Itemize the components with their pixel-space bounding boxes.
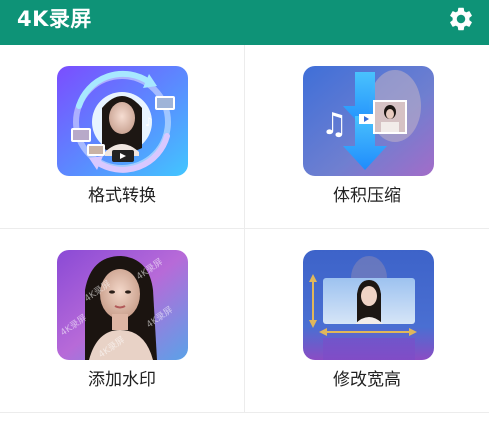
gear-icon[interactable] [447,5,475,33]
tool-label: 修改宽高 [333,370,401,390]
tool-resize[interactable]: 修改宽高 [245,229,489,412]
tool-label: 添加水印 [88,370,156,390]
tool-label: 体积压缩 [333,186,401,206]
size-compress-image: ♫ [303,66,434,176]
tool-format-convert[interactable]: ♪ 格式转换 [0,45,244,228]
app-window: 4K录屏 ♪ 格式转换 ♫ 体积压缩 4K录屏 4K录屏 4K录屏 4K录屏 4… [0,0,489,423]
size-compress-thumbnail: ♫ [303,66,434,176]
tool-size-compress[interactable]: ♫ 体积压缩 [245,45,489,228]
svg-text:♪: ♪ [145,115,153,129]
svg-text:♫: ♫ [321,107,348,142]
tools-grid: ♪ 格式转换 ♫ 体积压缩 4K录屏 4K录屏 4K录屏 4K录屏 4K录屏 添… [0,45,489,413]
app-title: 4K录屏 [17,7,92,31]
resize-image [303,250,434,360]
resize-thumbnail [303,250,434,360]
tool-label: 格式转换 [88,186,156,206]
tool-add-watermark[interactable]: 4K录屏 4K录屏 4K录屏 4K录屏 4K录屏 添加水印 [0,229,244,412]
grid-divider-bottom [0,412,489,413]
format-convert-thumbnail: ♪ [57,66,188,176]
app-header: 4K录屏 [0,0,489,45]
format-convert-image: ♪ [57,66,188,176]
settings-button[interactable] [447,5,475,33]
add-watermark-image: 4K录屏 4K录屏 4K录屏 4K录屏 4K录屏 [57,250,188,360]
add-watermark-thumbnail: 4K录屏 4K录屏 4K录屏 4K录屏 4K录屏 [57,250,188,360]
